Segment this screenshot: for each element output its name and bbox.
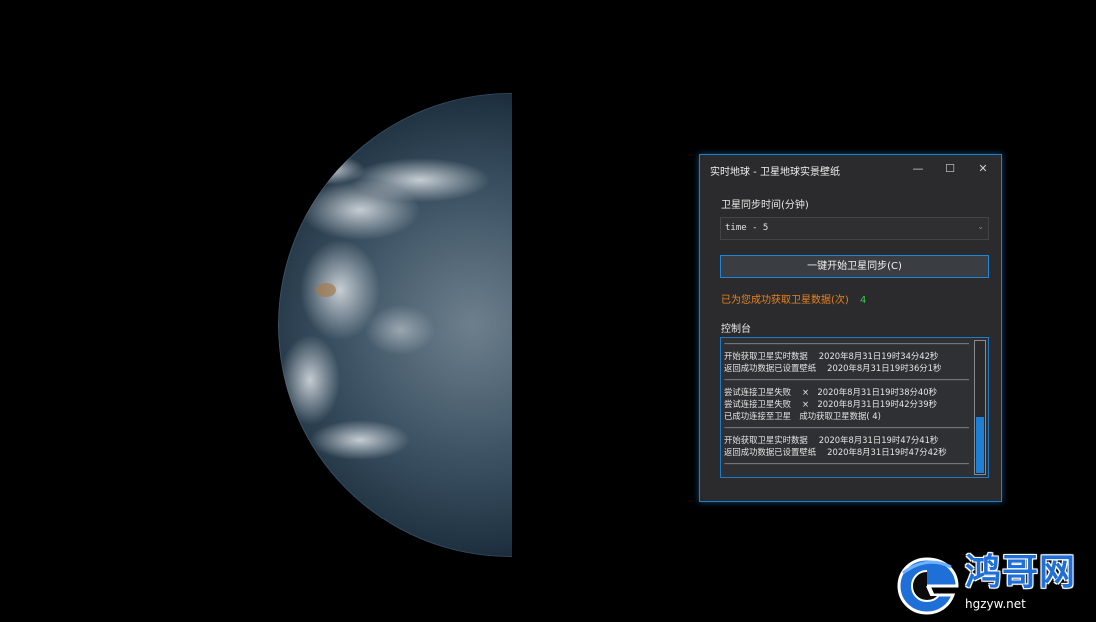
- sync-time-label: 卫星同步时间(分钟): [721, 200, 809, 211]
- console-label: 控制台: [721, 324, 751, 335]
- console-scrollbar-thumb[interactable]: [976, 417, 984, 473]
- console-line: ———————————————————————————————————: [724, 423, 969, 432]
- console-textbox[interactable]: ——————————————————————————————————— 开始获取…: [720, 337, 989, 478]
- console-scrollbar[interactable]: [974, 340, 986, 475]
- logo-g-icon: [897, 557, 959, 615]
- close-icon[interactable]: ✕: [971, 159, 995, 179]
- watermark-brand: 鸿哥网: [965, 552, 1077, 593]
- status-row: 已为您成功获取卫星数据(次) 4: [721, 291, 866, 306]
- success-count-value: 4: [860, 295, 867, 306]
- console-line: ———————————————————————————————————: [724, 459, 969, 468]
- success-count-label: 已为您成功获取卫星数据(次): [721, 295, 849, 306]
- window-title: 实时地球 - 卫星地球实景壁纸: [710, 167, 840, 178]
- sync-time-selected-value: time - 5: [725, 223, 769, 233]
- console-line: 尝试连接卫星失败 × 2020年8月31日19时42分39秒: [724, 399, 937, 409]
- console-line: 开始获取卫星实时数据 2020年8月31日19时47分41秒: [724, 435, 939, 445]
- console-line: 开始获取卫星实时数据 2020年8月31日19时34分42秒: [724, 351, 939, 361]
- watermark-url: hgzyw.net: [965, 597, 1026, 611]
- sync-time-select[interactable]: time - 5 ⌄: [720, 217, 989, 240]
- console-line: ———————————————————————————————————: [724, 375, 969, 384]
- watermark-logo: 鸿哥网 hgzyw.net: [893, 553, 1091, 617]
- chevron-down-icon[interactable]: ⌄: [977, 222, 984, 231]
- desktop-wallpaper: 实时地球 - 卫星地球实景壁纸 — ☐ ✕ 卫星同步时间(分钟) time - …: [0, 0, 1096, 622]
- maximize-icon[interactable]: ☐: [938, 159, 962, 179]
- minimize-icon[interactable]: —: [906, 159, 930, 179]
- console-line: ———————————————————————————————————: [724, 339, 969, 348]
- app-window: 实时地球 - 卫星地球实景壁纸 — ☐ ✕ 卫星同步时间(分钟) time - …: [699, 154, 1002, 502]
- console-line: 返回成功数据已设置壁纸 2020年8月31日19时36分1秒: [724, 363, 942, 373]
- console-lines: ——————————————————————————————————— 开始获取…: [724, 338, 969, 470]
- console-line: 返回成功数据已设置壁纸 2020年8月31日19时47分42秒: [724, 447, 947, 457]
- console-line: 尝试连接卫星失败 × 2020年8月31日19时38分40秒: [724, 387, 937, 397]
- start-sync-button[interactable]: 一键开始卫星同步(C): [720, 255, 989, 278]
- title-bar[interactable]: 实时地球 - 卫星地球实景壁纸 — ☐ ✕: [700, 155, 1001, 183]
- console-line: 已成功连接至卫星 成功获取卫星数据( 4): [724, 411, 881, 421]
